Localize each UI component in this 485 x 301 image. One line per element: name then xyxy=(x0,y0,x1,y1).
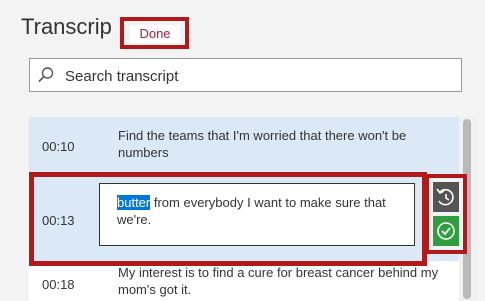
done-button[interactable]: Done xyxy=(130,25,180,43)
panel-title: Transcrip xyxy=(21,14,112,39)
revert-button[interactable] xyxy=(433,182,459,212)
transcript-row[interactable]: 00:10 Find the teams that I'm worried th… xyxy=(29,117,459,171)
transcript-text: Find the teams that I'm worried that the… xyxy=(118,128,407,160)
search-icon xyxy=(38,67,54,83)
timestamp: 00:18 xyxy=(42,277,75,292)
action-buttons-annotation xyxy=(425,174,467,254)
revert-icon xyxy=(436,188,454,206)
timestamp: 00:10 xyxy=(42,139,75,154)
search-box xyxy=(29,58,462,93)
row-annotation-box xyxy=(29,172,427,266)
checkmark-icon xyxy=(437,222,455,240)
accept-button[interactable] xyxy=(433,216,459,246)
done-annotation-box: Done xyxy=(120,17,189,49)
transcript-text: My interest is to find a cure for breast… xyxy=(118,265,439,297)
transcript-row[interactable]: 00:18 My interest is to find a cure for … xyxy=(29,261,459,301)
search-input[interactable] xyxy=(63,59,447,93)
